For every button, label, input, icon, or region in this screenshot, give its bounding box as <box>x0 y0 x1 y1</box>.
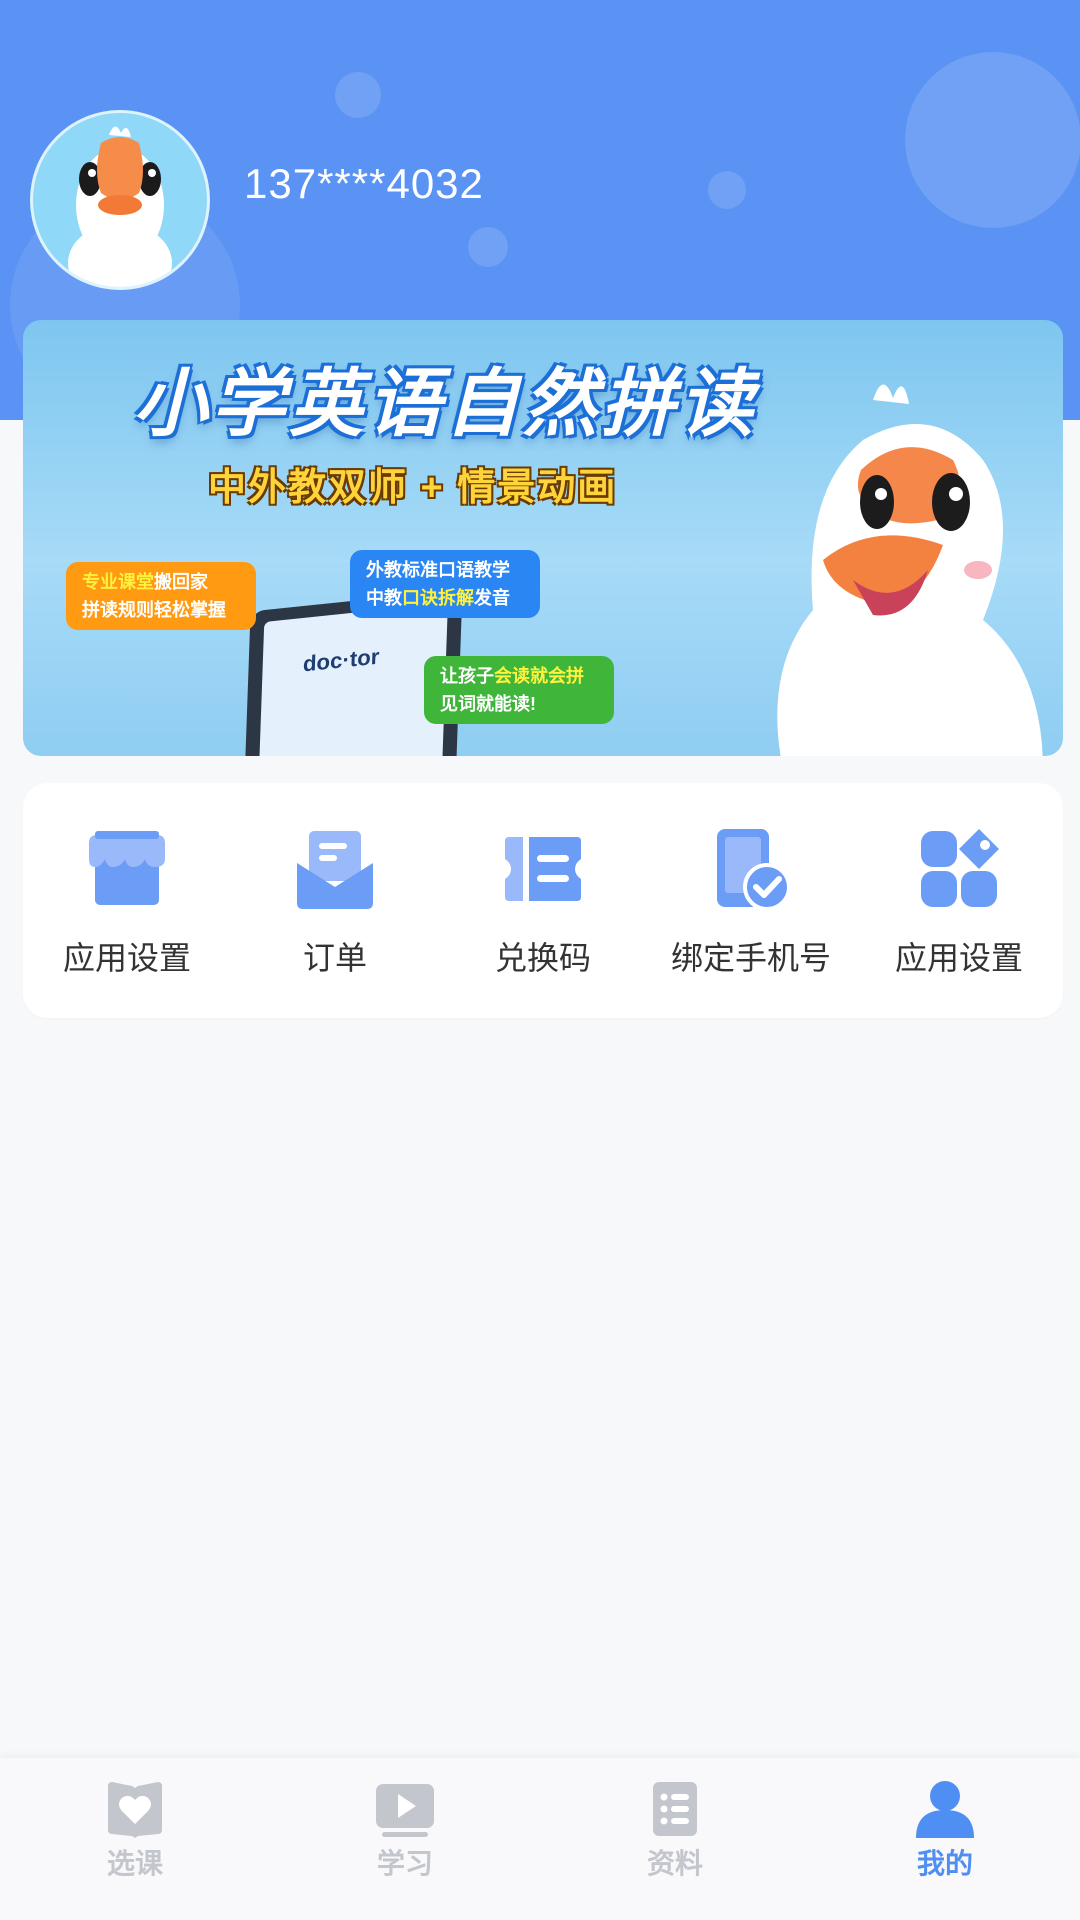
user-phone: 137****4032 <box>244 160 484 207</box>
banner-title: 小学英语自然拼读 <box>133 362 757 445</box>
tablet-word: doc·tor <box>302 643 380 677</box>
phone-check-icon <box>717 829 791 911</box>
tag-text: 发音 <box>474 588 510 608</box>
order-envelope-icon <box>297 831 373 909</box>
tag-text: 搬回家 <box>154 572 208 592</box>
feature-tag-classroom: 专业课堂搬回家 拼读规则轻松掌握 <box>66 562 256 630</box>
banner-subtitle: 中外教双师 + 情景动画 <box>208 467 618 509</box>
tab-materials[interactable]: 资料 <box>540 1758 810 1920</box>
avatar[interactable] <box>30 110 210 290</box>
menu-label: 兑换码 <box>494 940 591 976</box>
profile-page: 137****4032 小学英语自然拼读 中外教双师 + 情景动画 doc·to… <box>0 0 1080 1920</box>
feature-tag-teaching: 外教标准口语教学 中教口诀拆解发音 <box>350 550 540 618</box>
nav-label: 学习 <box>376 1848 433 1879</box>
menu-label: 应用设置 <box>62 940 191 976</box>
tab-study[interactable]: 学习 <box>270 1758 540 1920</box>
goose-mascot-icon <box>777 384 1043 756</box>
tag-text: 拼读规则轻松掌握 <box>82 600 226 620</box>
shop-icon <box>89 831 165 905</box>
menu-label: 绑定手机号 <box>670 940 831 976</box>
menu-item-app-settings[interactable]: 应用设置 <box>23 783 231 1018</box>
tab-mine[interactable]: 我的 <box>810 1758 1080 1920</box>
promo-banner[interactable]: 小学英语自然拼读 中外教双师 + 情景动画 doc·tor 专业课堂搬回家 拼读… <box>23 320 1063 756</box>
menu-item-bind-phone[interactable]: 绑定手机号 <box>647 783 855 1018</box>
tag-text: 中教 <box>366 588 402 608</box>
nav-label: 资料 <box>646 1848 703 1879</box>
menu-label: 订单 <box>302 940 367 976</box>
nav-label: 我的 <box>916 1848 973 1879</box>
goose-avatar-icon <box>68 126 172 287</box>
decor-bubble <box>335 72 381 118</box>
book-heart-icon <box>108 1782 162 1838</box>
bottom-nav: 选课 学习 资料 我的 <box>0 1758 1080 1920</box>
list-icon <box>653 1782 697 1836</box>
tab-select-course[interactable]: 选课 <box>0 1758 270 1920</box>
menu-item-orders[interactable]: 订单 <box>231 783 439 1018</box>
ticket-icon <box>505 837 581 901</box>
tag-highlight: 专业课堂 <box>82 572 154 592</box>
apps-grid-icon <box>921 829 999 907</box>
person-icon <box>916 1781 974 1838</box>
play-icon <box>376 1784 434 1837</box>
decor-bubble <box>468 227 508 267</box>
tablet-screen: doc·tor <box>258 602 448 756</box>
tag-highlight: 口诀拆解 <box>402 588 474 608</box>
menu-item-app-settings-2[interactable]: 应用设置 <box>855 783 1063 1018</box>
menu-item-redeem-code[interactable]: 兑换码 <box>439 783 647 1018</box>
function-menu: 应用设置 订单 兑换码 绑定手机号 应用设置 <box>23 783 1063 1018</box>
menu-label: 应用设置 <box>894 940 1023 976</box>
decor-bubble <box>708 171 746 209</box>
feature-tag-reading: 让孩子会读就会拼 见词就能读! <box>424 656 614 724</box>
nav-label: 选课 <box>106 1848 163 1879</box>
tag-text: 见词就能读! <box>440 694 536 714</box>
tag-highlight: 会读就会拼 <box>494 666 584 686</box>
decor-bubble <box>905 52 1080 228</box>
tag-text: 外教标准口语教学 <box>366 560 510 580</box>
tag-text: 让孩子 <box>440 666 494 686</box>
